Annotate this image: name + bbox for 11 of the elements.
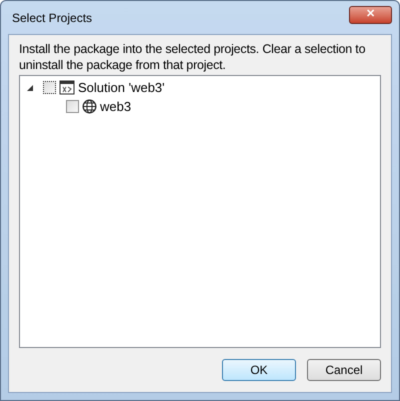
instructions-text: Install the package into the selected projects. Clear a selection to uninstall the package from that project. xyxy=(19,41,366,73)
dialog-button[interactable]: Cancel xyxy=(307,359,381,381)
solution-icon xyxy=(59,80,75,95)
checkbox[interactable] xyxy=(43,81,56,94)
tree-item-label[interactable]: web3 xyxy=(100,96,132,116)
window-title: Select Projects xyxy=(12,10,92,26)
globe-icon xyxy=(82,99,97,114)
tree-item-label[interactable]: Solution 'web3' xyxy=(78,78,165,98)
dialog-button[interactable]: OK xyxy=(222,359,296,381)
checkbox[interactable] xyxy=(66,100,79,113)
expand-arrow-icon[interactable] xyxy=(26,84,34,92)
